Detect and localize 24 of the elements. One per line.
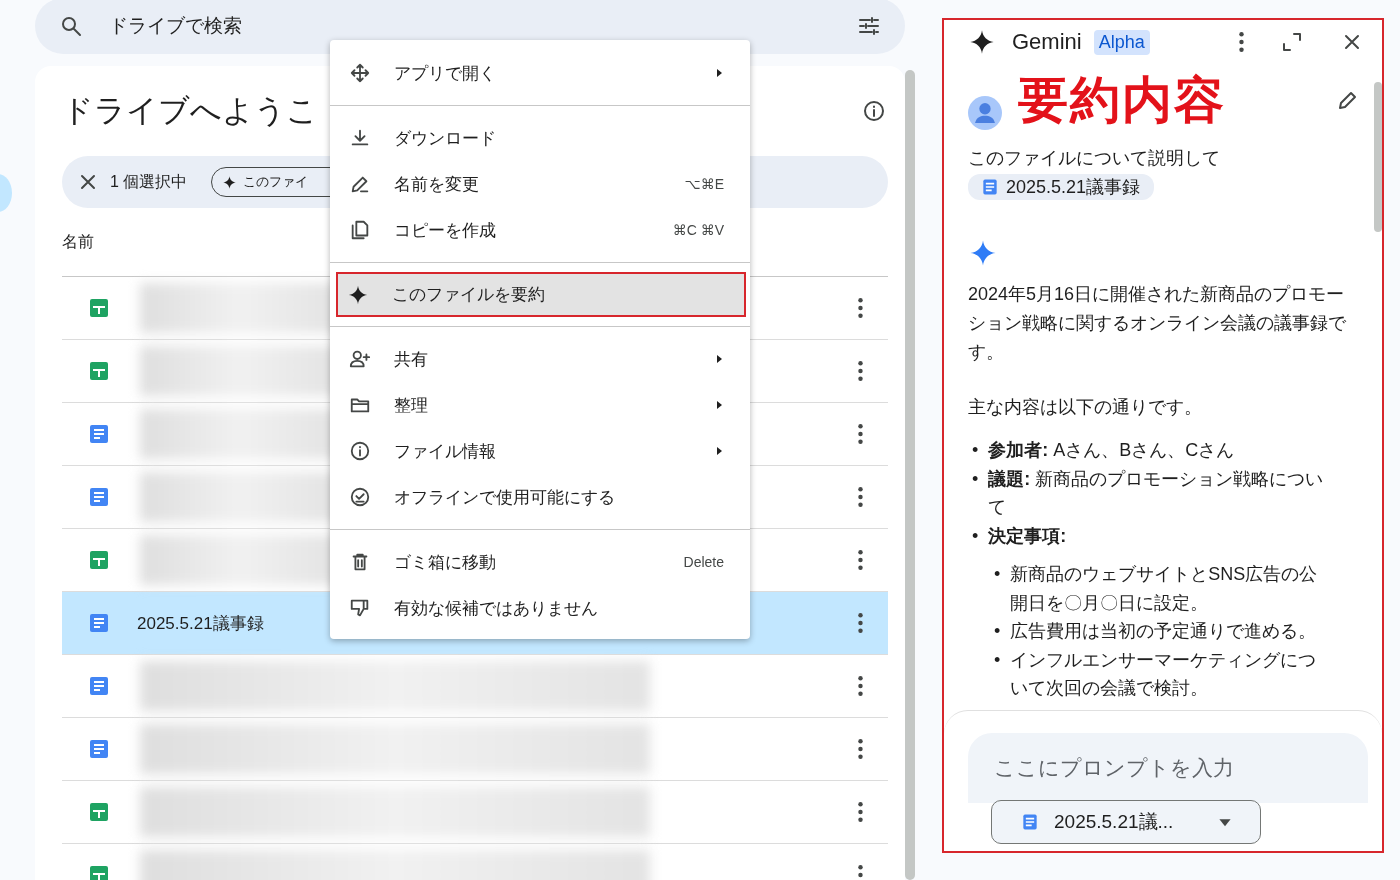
list-item-text: 決定事項: bbox=[988, 524, 1067, 548]
list-item-text: 参加者: Aさん、Bさん、Cさん bbox=[988, 439, 1235, 462]
list-item-text: 新商品のウェブサイトとSNS広告の公開日を〇月〇日に設定。 bbox=[1010, 563, 1319, 615]
response-paragraph: 2024年5月16日に開催された新商品のプロモーション戦略に関するオンライン会議の議事録です。 bbox=[968, 283, 1347, 364]
list-item-text: 広告費用は当初の予定通りで進める。 bbox=[1010, 620, 1317, 643]
file-name: 2025.5.21議事録 bbox=[137, 612, 264, 635]
bullet: • bbox=[972, 524, 979, 548]
alpha-badge: Alpha bbox=[1093, 29, 1150, 55]
bullet: • bbox=[972, 439, 979, 462]
bullet: • bbox=[972, 467, 979, 491]
list-item-text: インフルエンサーマーケティングについて次回の会議で検討。 bbox=[1010, 648, 1318, 700]
bullet: • bbox=[994, 563, 1001, 586]
annotation-label: 要約内容 bbox=[1018, 72, 1226, 128]
response-paragraph: 主な内容は以下の通りです。 bbox=[968, 396, 1203, 419]
prompt-text: このファイルについて説明して bbox=[968, 147, 1221, 170]
shortcut-label: ⌥⌘E bbox=[684, 176, 724, 192]
bullet: • bbox=[994, 620, 1001, 643]
selection-count: 1 個選択中 bbox=[110, 171, 188, 192]
bullet: • bbox=[994, 648, 1001, 672]
shortcut-label: Delete bbox=[683, 554, 724, 570]
shortcut-label: ⌘C ⌘V bbox=[672, 222, 724, 238]
panel-title: Gemini bbox=[1012, 29, 1082, 55]
list-item-text: 議題: 新商品のプロモーション戦略について bbox=[988, 467, 1325, 519]
page-title: ドライブへようこ bbox=[62, 92, 318, 130]
